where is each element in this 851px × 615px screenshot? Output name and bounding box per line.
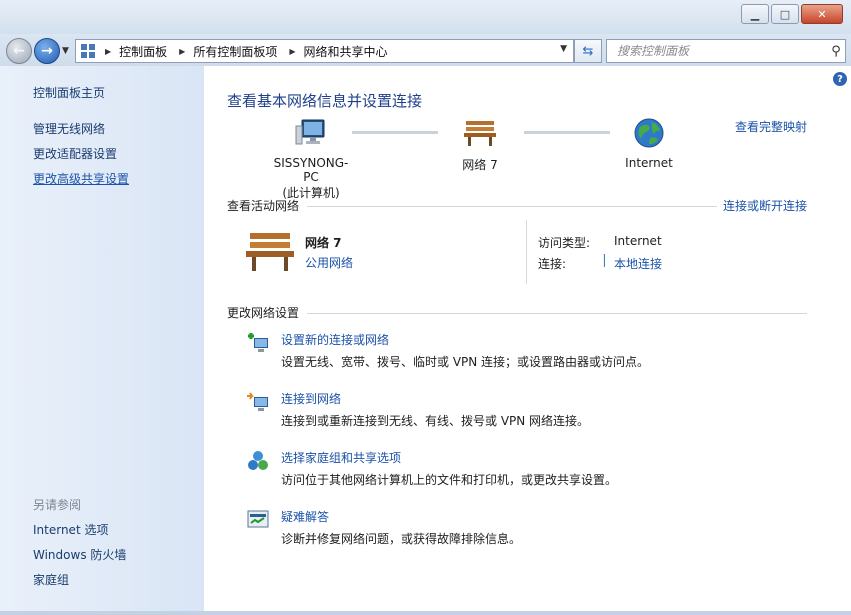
- breadcrumb-all-items[interactable]: 所有控制面板项: [193, 43, 277, 60]
- map-connector: [352, 131, 438, 134]
- new-connection-icon: [246, 331, 270, 355]
- window-controls: ▁ □ ✕: [739, 4, 843, 24]
- maximize-button[interactable]: □: [771, 4, 799, 24]
- sidebar-manage-wireless[interactable]: 管理无线网络: [33, 120, 105, 137]
- breadcrumb-network-center[interactable]: 网络和共享中心: [304, 43, 388, 60]
- task-description: 设置无线、宽带、拨号、临时或 VPN 连接；或设置路由器或访问点。: [281, 355, 650, 369]
- refresh-icon: ⇆: [582, 43, 594, 59]
- connect-network-link[interactable]: 连接到网络: [281, 390, 341, 407]
- connections-label: 连接:: [538, 257, 567, 271]
- main-pane: 查看基本网络信息并设置连接 查看完整映射 SISSYNONG-PC (此计算机): [204, 66, 851, 611]
- computer-icon: [266, 116, 356, 150]
- sidebar-home-link[interactable]: 控制面板主页: [33, 84, 105, 101]
- search-icon[interactable]: ⚲: [827, 44, 845, 59]
- internet-label: Internet: [625, 156, 673, 170]
- network-type-link[interactable]: 公用网络: [305, 254, 353, 271]
- forward-arrow-icon: →: [41, 43, 53, 59]
- computer-name: SISSYNONG-PC: [273, 156, 349, 184]
- view-full-map-link[interactable]: 查看完整映射: [735, 118, 807, 135]
- access-type-value: Internet: [614, 234, 662, 248]
- breadcrumb-control-panel[interactable]: 控制面板: [119, 43, 167, 60]
- change-settings-heading: 更改网络设置: [227, 306, 300, 320]
- search-box: ⚲: [606, 39, 846, 63]
- sidebar-change-adapter[interactable]: 更改适配器设置: [33, 145, 117, 162]
- left-pane: 控制面板主页 管理无线网络 更改适配器设置 更改高级共享设置 另请参阅 Inte…: [0, 66, 204, 611]
- access-type-label: 访问类型:: [538, 236, 591, 250]
- network-name: 网络 7: [462, 158, 498, 172]
- connect-disconnect-link[interactable]: 连接或断开连接: [723, 197, 807, 214]
- title-bar: ▁ □ ✕: [0, 0, 851, 34]
- troubleshoot-link[interactable]: 疑难解答: [281, 508, 329, 525]
- vertical-divider: [526, 220, 527, 284]
- close-button[interactable]: ✕: [801, 4, 843, 24]
- map-network[interactable]: 网络 7: [450, 116, 510, 173]
- chevron-right-icon[interactable]: ▶: [179, 47, 185, 56]
- connect-network-icon: [246, 390, 270, 414]
- window-bottom-border: [0, 611, 851, 615]
- sidebar-advanced-sharing[interactable]: 更改高级共享设置: [33, 170, 129, 187]
- back-arrow-icon: ←: [13, 43, 25, 59]
- minimize-button[interactable]: ▁: [741, 4, 769, 24]
- chevron-right-icon[interactable]: ▶: [289, 47, 295, 56]
- task-description: 连接到或重新连接到无线、有线、拨号或 VPN 网络连接。: [281, 414, 590, 428]
- page-title: 查看基本网络信息并设置连接: [227, 92, 423, 110]
- refresh-button[interactable]: ⇆: [574, 39, 602, 63]
- map-internet[interactable]: Internet: [614, 116, 684, 170]
- see-also-heading: 另请参阅: [33, 498, 82, 512]
- sidebar-windows-firewall[interactable]: Windows 防火墙: [33, 546, 126, 563]
- task-description: 访问位于其他网络计算机上的文件和打印机，或更改共享设置。: [281, 473, 618, 487]
- ethernet-plug-icon: ❘: [599, 253, 610, 268]
- content-area: 控制面板主页 管理无线网络 更改适配器设置 更改高级共享设置 另请参阅 Inte…: [0, 66, 851, 611]
- setup-connection-link[interactable]: 设置新的连接或网络: [281, 331, 389, 348]
- control-panel-icon: [81, 44, 95, 58]
- divider: [307, 206, 717, 207]
- sidebar-homegroup[interactable]: 家庭组: [33, 571, 69, 588]
- divider: [307, 313, 807, 314]
- homegroup-icon: [246, 449, 270, 473]
- address-box[interactable]: ▶ 控制面板 ▶ 所有控制面板项 ▶ 网络和共享中心 ▼: [75, 39, 574, 63]
- bench-icon: [450, 116, 510, 150]
- address-history-dropdown-icon[interactable]: ▼: [560, 44, 567, 54]
- local-connection-link[interactable]: 本地连接: [614, 255, 662, 272]
- breadcrumb: ▶ 控制面板 ▶ 所有控制面板项 ▶ 网络和共享中心: [101, 43, 388, 60]
- map-connector: [524, 131, 610, 134]
- globe-icon: [614, 116, 684, 150]
- address-bar: ← → ▼ ▶ 控制面板 ▶ 所有控制面板项 ▶ 网络和共享中心 ▼ ⇆ ⚲: [0, 34, 851, 66]
- troubleshoot-icon: [246, 508, 270, 532]
- search-input[interactable]: [615, 43, 827, 59]
- homegroup-sharing-link[interactable]: 选择家庭组和共享选项: [281, 449, 401, 466]
- bench-icon: [244, 230, 296, 277]
- map-computer[interactable]: SISSYNONG-PC (此计算机): [266, 116, 356, 201]
- sidebar-internet-options[interactable]: Internet 选项: [33, 521, 108, 538]
- recent-pages-dropdown-icon[interactable]: ▼: [62, 46, 69, 56]
- chevron-right-icon[interactable]: ▶: [105, 47, 111, 56]
- task-description: 诊断并修复网络问题，或获得故障排除信息。: [281, 532, 522, 546]
- active-networks-heading: 查看活动网络: [227, 199, 300, 213]
- active-network-name: 网络 7: [305, 236, 342, 250]
- back-button[interactable]: ←: [6, 38, 32, 64]
- forward-button[interactable]: →: [34, 38, 60, 64]
- active-network-panel: 网络 7 公用网络: [244, 220, 784, 286]
